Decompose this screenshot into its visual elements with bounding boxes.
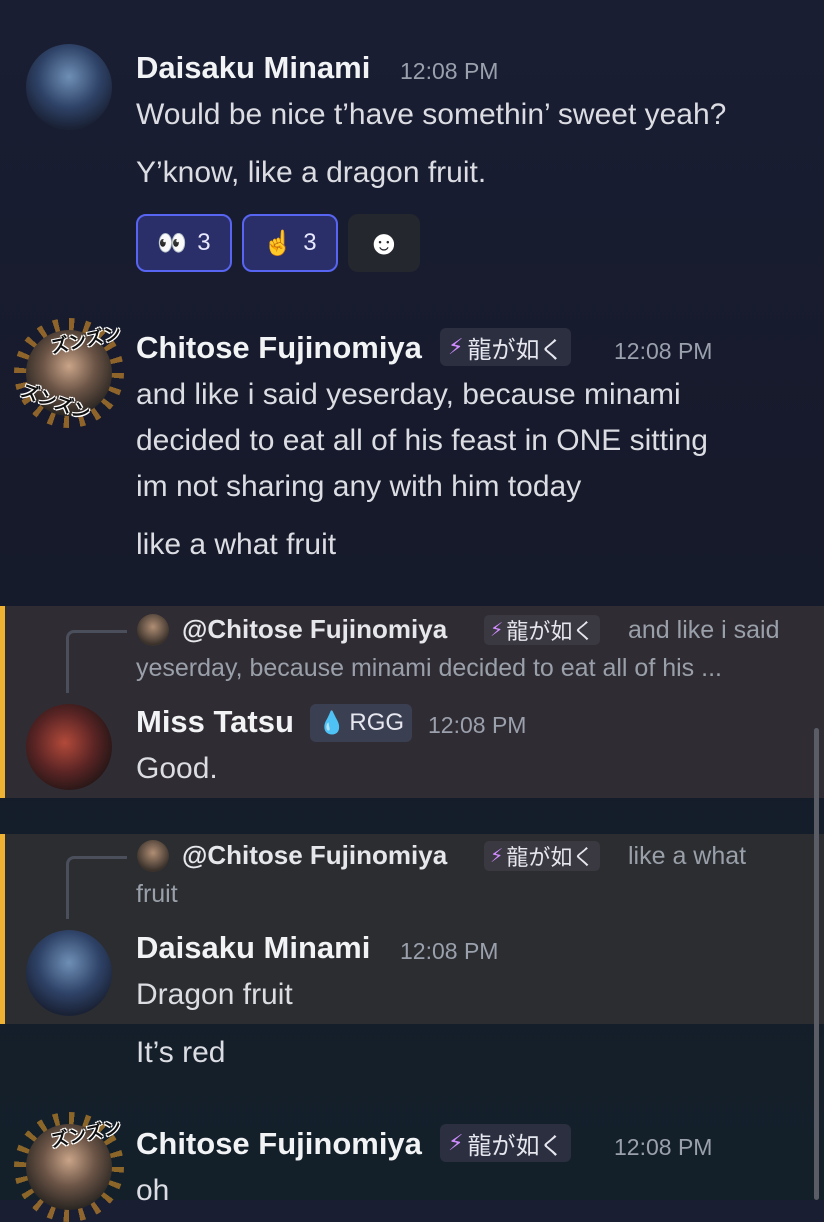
reply-preview[interactable]: fruit [136,880,178,909]
role-tag-label: 龍が如く [467,1132,564,1160]
role-tag-label: 龍が如く [467,336,564,364]
author-name[interactable]: Miss Tatsu [136,704,294,740]
lightning-icon: ⚡ [448,334,464,359]
author-name[interactable]: Chitose Fujinomiya [136,1126,422,1162]
lightning-icon: ⚡ [490,619,504,641]
reply-avatar [137,840,169,872]
author-name[interactable]: Daisaku Minami [136,930,370,966]
water-drop-icon: 💧 [318,710,346,735]
reply-preview[interactable]: like a what [628,842,746,871]
message-text: im not sharing any with him today [136,470,582,503]
reaction-point-up[interactable]: ☝️ 3 [242,214,338,272]
eyes-icon: 👀 [157,229,188,257]
point-up-icon: ☝️ [263,229,294,257]
highlight-bar [0,834,5,1024]
message-text: Dragon fruit [136,978,293,1011]
reply-role-tag-label: 龍が如く [506,845,595,870]
reply-connector [66,856,127,919]
message-text: Good. [136,752,218,785]
reply-role-tag-label: 龍が如く [506,619,595,644]
timestamp: 12:08 PM [614,338,713,364]
highlight-bar [0,606,5,798]
timestamp: 12:08 PM [614,1134,713,1160]
avatar-daisaku-minami[interactable] [26,930,112,1016]
message-text: decided to eat all of his feast in ONE s… [136,424,708,457]
timestamp: 12:08 PM [400,938,499,964]
reply-author[interactable]: @Chitose Fujinomiya [182,840,447,871]
message-text: Y’know, like a dragon fruit. [136,156,487,189]
reply-preview[interactable]: and like i said [628,616,779,645]
reaction-count: 3 [197,229,211,256]
message-text: and like i said yeserday, because minami [136,378,681,411]
message-text: like a what fruit [136,528,337,561]
role-tag[interactable]: ⚡ 龍が如く [440,328,572,366]
lightning-icon: ⚡ [490,845,504,867]
author-name[interactable]: Daisaku Minami [136,50,370,86]
message-text: Would be nice t’have somethin’ sweet yea… [136,98,727,131]
smiley-icon: ☻ [366,223,402,262]
timestamp: 12:08 PM [400,58,499,84]
message-text: It’s red [136,1036,226,1069]
author-name[interactable]: Chitose Fujinomiya [136,330,422,366]
avatar-daisaku-minami[interactable] [26,44,112,130]
reply-role-tag: ⚡ 龍が如く [484,615,601,645]
reply-connector [66,630,127,693]
reaction-count: 3 [303,229,317,256]
timestamp: 12:08 PM [428,712,527,738]
reply-role-tag: ⚡ 龍が如く [484,841,601,871]
add-reaction-button[interactable]: ☻ [348,214,420,272]
role-tag-label: RGG [349,709,405,736]
message-text: oh [136,1174,170,1207]
scrollbar[interactable] [814,728,819,1200]
role-tag[interactable]: ⚡ 龍が如く [440,1124,572,1162]
avatar-miss-tatsu[interactable] [26,704,112,790]
reply-preview[interactable]: yeserday, because minami decided to eat … [136,654,722,683]
reaction-eyes[interactable]: 👀 3 [136,214,232,272]
role-tag[interactable]: 💧 RGG [310,704,413,742]
reply-author[interactable]: @Chitose Fujinomiya [182,614,447,645]
reply-avatar [137,614,169,646]
lightning-icon: ⚡ [448,1130,464,1155]
